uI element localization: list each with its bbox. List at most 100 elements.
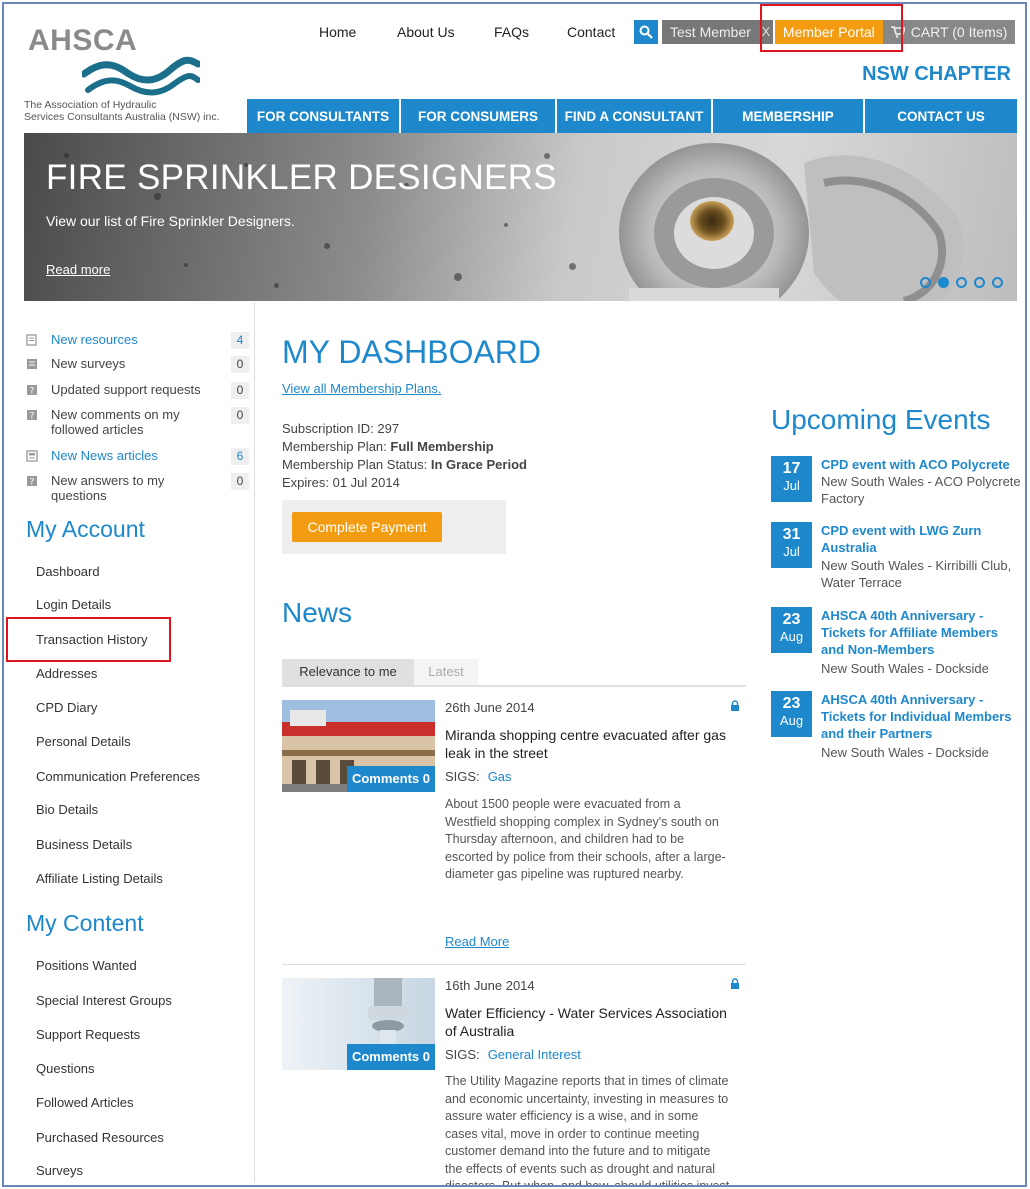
article-title-link[interactable]: Miranda shopping centre evacuated after … bbox=[445, 726, 745, 762]
nav-membership[interactable]: MEMBERSHIP bbox=[713, 99, 865, 133]
article-excerpt: The Utility Magazine reports that in tim… bbox=[445, 1073, 747, 1185]
page-frame: AHSCA The Association of Hydraulic Servi… bbox=[2, 2, 1027, 1187]
article-thumbnail[interactable]: Comments 0 bbox=[282, 700, 435, 792]
sidebar-item-questions[interactable]: Questions bbox=[36, 1061, 95, 1076]
event-location-line: New South Wales - Dockside bbox=[821, 745, 989, 760]
sidebar-item-login-details[interactable]: Login Details bbox=[36, 597, 111, 612]
comments-badge[interactable]: Comments 0 bbox=[346, 766, 435, 792]
logo-subtitle: The Association of Hydraulic Services Co… bbox=[24, 99, 219, 123]
chapter-title: NSW CHAPTER bbox=[862, 63, 1011, 85]
nav-faqs-link[interactable]: FAQs bbox=[494, 24, 529, 40]
tab-relevance[interactable]: Relevance to me bbox=[282, 659, 414, 685]
sprinkler-image bbox=[619, 143, 964, 301]
sidebar-item-support-requests[interactable]: Support Requests bbox=[36, 1027, 140, 1042]
sidebar-item-purchased-resources[interactable]: Purchased Resources bbox=[36, 1130, 164, 1145]
sig-tag-link[interactable]: Gas bbox=[488, 769, 512, 784]
sidebar-item-dashboard[interactable]: Dashboard bbox=[36, 564, 100, 579]
event-month: Aug bbox=[779, 713, 804, 728]
event-location: New South Wales - Dockside bbox=[821, 744, 1021, 761]
sidebar-item-bio-details[interactable]: Bio Details bbox=[36, 802, 98, 817]
notification-label: New resources bbox=[51, 332, 138, 347]
article-sigs: SIGS: Gas bbox=[445, 769, 512, 784]
banner-droplet bbox=[184, 263, 188, 267]
event-location: New South Wales - Dockside bbox=[821, 660, 1021, 677]
event-date-badge: 17 Jul bbox=[771, 456, 812, 502]
lock-icon bbox=[731, 978, 739, 989]
svg-text:?: ? bbox=[30, 387, 35, 397]
news-article: Comments 0 26th June 2014 Miranda shoppi… bbox=[282, 700, 746, 970]
article-title-line: of Australia bbox=[445, 1023, 515, 1039]
event-title-line: and Non-Members bbox=[821, 642, 935, 657]
article-date: 26th June 2014 bbox=[445, 700, 535, 715]
sidebar-item-communication-preferences[interactable]: Communication Preferences bbox=[36, 769, 200, 784]
news-icon bbox=[26, 450, 38, 462]
sidebar-item-positions-wanted[interactable]: Positions Wanted bbox=[36, 958, 137, 973]
search-button[interactable] bbox=[634, 20, 658, 44]
plans-link-text: View all Membership Plans bbox=[282, 381, 438, 396]
banner-pager-dot[interactable] bbox=[992, 277, 1003, 288]
complete-payment-button[interactable]: Complete Payment bbox=[292, 512, 442, 542]
nav-contact-us[interactable]: CONTACT US bbox=[865, 99, 1017, 133]
sidebar-item-special-interest-groups[interactable]: Special Interest Groups bbox=[36, 993, 172, 1008]
event-title-link[interactable]: AHSCA 40th Anniversary - Tickets for Ind… bbox=[821, 691, 1021, 742]
notification-count: 6 bbox=[231, 448, 249, 465]
sidebar-item-addresses[interactable]: Addresses bbox=[36, 666, 97, 681]
sidebar-item-affiliate-listing[interactable]: Affiliate Listing Details bbox=[36, 871, 163, 886]
tab-latest[interactable]: Latest bbox=[414, 659, 478, 685]
notification-count: 4 bbox=[231, 332, 249, 349]
sidebar-item-followed-articles[interactable]: Followed Articles bbox=[36, 1095, 134, 1110]
sig-tag-link[interactable]: General Interest bbox=[488, 1047, 581, 1062]
subscription-info: Subscription ID: 297 Membership Plan: Fu… bbox=[282, 420, 527, 492]
banner-pager-dot-active[interactable] bbox=[938, 277, 949, 288]
nav-find-consultant[interactable]: FIND A CONSULTANT bbox=[557, 99, 713, 133]
member-name-link[interactable]: Test Member bbox=[662, 20, 759, 44]
event-title-link[interactable]: CPD event with LWG Zurn Australia bbox=[821, 522, 1021, 556]
highlight-box-member-portal bbox=[760, 4, 903, 52]
membership-plan-value: Full Membership bbox=[390, 439, 494, 454]
subscription-id-value: 297 bbox=[377, 421, 400, 436]
view-membership-plans-link[interactable]: View all Membership Plans. bbox=[282, 381, 441, 396]
notification-count: 0 bbox=[231, 382, 249, 399]
sidebar-item-surveys[interactable]: Surveys bbox=[36, 1163, 83, 1178]
read-more-link[interactable]: Read More bbox=[445, 934, 509, 949]
banner-droplet bbox=[454, 273, 462, 281]
event-day: 17 bbox=[782, 460, 801, 477]
banner-pager-dot[interactable] bbox=[974, 277, 985, 288]
my-account-heading: My Account bbox=[26, 516, 145, 542]
nav-contact-link[interactable]: Contact bbox=[567, 24, 615, 40]
nav-for-consumers[interactable]: FOR CONSUMERS bbox=[401, 99, 557, 133]
event-date-badge: 31 Jul bbox=[771, 522, 812, 568]
comments-badge[interactable]: Comments 0 bbox=[346, 1044, 435, 1070]
logo-subtitle-line: Services Consultants Australia (NSW) inc… bbox=[24, 111, 220, 123]
sidebar-item-personal-details[interactable]: Personal Details bbox=[36, 734, 131, 749]
sidebar: New resources 4 New surveys 0 ? Updated … bbox=[24, 302, 255, 1182]
event-location-line: New South Wales - ACO Polycrete bbox=[821, 474, 1021, 489]
site-logo[interactable]: AHSCA The Association of Hydraulic Servi… bbox=[24, 24, 244, 134]
event-title-link[interactable]: CPD event with ACO Polycrete bbox=[821, 456, 1021, 473]
banner-pager-dot[interactable] bbox=[920, 277, 931, 288]
event-location-line: New South Wales - Dockside bbox=[821, 661, 989, 676]
excerpt-line: The Utility Magazine reports that in tim… bbox=[445, 1074, 729, 1088]
nav-home-link[interactable]: Home bbox=[319, 24, 356, 40]
sidebar-item-cpd-diary[interactable]: CPD Diary bbox=[36, 700, 97, 715]
banner-pager-dot[interactable] bbox=[956, 277, 967, 288]
nav-about-link[interactable]: About Us bbox=[397, 24, 455, 40]
notification-count: 0 bbox=[231, 356, 249, 373]
news-article: Comments 0 16th June 2014 Water Efficien… bbox=[282, 978, 747, 1185]
news-heading: News bbox=[282, 597, 353, 628]
plan-status-label: Membership Plan Status: bbox=[282, 457, 428, 472]
event-month: Jul bbox=[783, 478, 800, 493]
event-title-link[interactable]: AHSCA 40th Anniversary - Tickets for Aff… bbox=[821, 607, 1021, 658]
event-location-line: Water Terrace bbox=[821, 575, 902, 590]
event-location-line: Factory bbox=[821, 491, 865, 506]
event-title-line: Tickets for Individual Members bbox=[821, 709, 1012, 724]
sidebar-item-business-details[interactable]: Business Details bbox=[36, 837, 132, 852]
excerpt-line: diameter gas pipeline was ruptured nearb… bbox=[445, 867, 684, 881]
banner-read-more-link[interactable]: Read more bbox=[46, 262, 110, 277]
sigs-label: SIGS: bbox=[445, 1047, 480, 1062]
article-title-link[interactable]: Water Efficiency - Water Services Associ… bbox=[445, 1004, 745, 1040]
nav-for-consultants[interactable]: FOR CONSULTANTS bbox=[247, 99, 401, 133]
article-thumbnail[interactable]: Comments 0 bbox=[282, 978, 435, 1070]
plan-status-value: In Grace Period bbox=[430, 457, 527, 472]
sigs-label: SIGS: bbox=[445, 769, 480, 784]
